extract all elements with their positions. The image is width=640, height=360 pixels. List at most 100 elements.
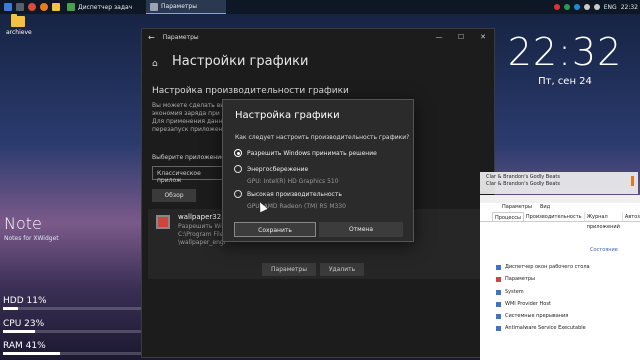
menu-item[interactable]: Параметры xyxy=(502,203,532,212)
process-row[interactable]: Системные прерывания xyxy=(496,313,568,319)
clock-widget: 22:32 Пт, сен 24 xyxy=(495,30,635,87)
home-icon[interactable]: ⌂ xyxy=(152,59,158,69)
choose-app-label: Выберите приложение xyxy=(152,154,225,161)
ram-label: RAM 41% xyxy=(3,341,46,351)
task-manager-icon xyxy=(67,3,75,11)
gear-icon xyxy=(496,276,501,282)
browse-button[interactable]: Обзор xyxy=(152,189,196,202)
window-controls: — ☐ ✕ xyxy=(428,29,494,45)
description-line: перезапуск приложени xyxy=(152,126,227,133)
process-row[interactable]: Antimalware Service Executable xyxy=(496,325,586,331)
close-button[interactable]: ✕ xyxy=(472,29,494,45)
gpu-info: GPU: Intel(R) HD Graphics 510 xyxy=(247,178,339,185)
radio-selected-icon[interactable] xyxy=(234,149,242,157)
app-tray-icon[interactable] xyxy=(573,4,580,10)
radio-icon[interactable] xyxy=(234,165,242,173)
cancel-button[interactable]: Отмена xyxy=(319,222,403,237)
ram-bar xyxy=(3,352,143,355)
music-track-line: Clar & Brandon's Godly Beats xyxy=(486,181,560,187)
folder-icon xyxy=(11,14,25,27)
hdd-bar-fill xyxy=(3,307,19,310)
process-icon xyxy=(496,301,501,307)
search-icon[interactable] xyxy=(16,3,24,11)
hdd-label: HDD 11% xyxy=(3,296,47,306)
save-button[interactable]: Сохранить xyxy=(234,222,316,237)
clock-date: Пт, сен 24 xyxy=(538,76,592,87)
taskbar-task-label: Диспетчер задач xyxy=(78,3,133,11)
process-name: Antimalware Service Executable xyxy=(505,325,586,331)
app-tray-icon[interactable] xyxy=(553,4,560,10)
cpu-bar-fill xyxy=(3,330,36,333)
process-row[interactable]: Параметры xyxy=(496,276,535,282)
maximize-button[interactable]: ☐ xyxy=(450,29,472,45)
option-let-windows-decide[interactable]: Разрешить Windows принимать решение xyxy=(234,149,377,157)
option-label: Энергосбережение xyxy=(247,165,309,173)
window-title: Параметры xyxy=(162,33,199,41)
tray-clock[interactable]: 22:32 xyxy=(621,4,638,11)
hdd-bar xyxy=(3,307,143,310)
app-options-button[interactable]: Параметры xyxy=(262,263,316,276)
ram-stat: RAM 41% xyxy=(3,341,143,355)
task-manager-menu: Параметры Вид xyxy=(480,203,640,212)
taskbar-settings[interactable]: Параметры xyxy=(146,0,226,14)
music-track-line: Clar & Brandon's Godly Beats xyxy=(486,174,560,180)
process-name: System xyxy=(505,289,524,295)
start-icon[interactable] xyxy=(4,3,12,11)
volume-level-icon xyxy=(631,176,634,186)
option-high-performance[interactable]: Высокая производительность xyxy=(234,190,342,198)
option-power-saving[interactable]: Энергосбережение xyxy=(234,165,308,173)
chrome-icon[interactable] xyxy=(28,3,36,11)
cpu-bar xyxy=(3,330,143,333)
volume-icon[interactable] xyxy=(593,4,600,10)
app-detail: C:\Program Files xyxy=(178,231,227,238)
tab-app-history[interactable]: Журнал приложений xyxy=(585,212,623,230)
task-manager-window: Параметры Вид Процессы Производительност… xyxy=(480,195,640,360)
note-widget-subtitle: Notes for XWidget xyxy=(4,235,59,242)
description-line: Вы можете сделать вы xyxy=(152,102,226,109)
back-arrow-icon[interactable]: ← xyxy=(148,33,155,42)
explorer-icon[interactable] xyxy=(52,3,60,11)
task-manager-tabs: Процессы Производительность Журнал прило… xyxy=(480,212,640,230)
gear-icon xyxy=(150,2,158,11)
tab-performance[interactable]: Производительность xyxy=(524,212,585,221)
process-name: WMI Provider Host xyxy=(505,301,551,307)
minimize-button[interactable]: — xyxy=(428,29,450,45)
process-icon xyxy=(496,313,501,319)
shield-icon xyxy=(496,325,501,331)
process-row[interactable]: Диспетчер окон рабочего стола xyxy=(496,264,590,270)
process-icon xyxy=(496,264,501,270)
taskbar: Диспетчер задач Параметры ENG 22:32 xyxy=(0,0,640,14)
dialog-question: Как следует настроить производительность… xyxy=(235,134,410,141)
task-manager-titlebar[interactable] xyxy=(480,195,640,203)
description-line: Для применения данно xyxy=(152,118,227,125)
app-type-select[interactable]: Классическое прилож xyxy=(152,166,232,184)
note-widget-title[interactable]: Note xyxy=(4,214,42,233)
wifi-icon[interactable] xyxy=(583,4,590,10)
taskbar-task-label: Параметры xyxy=(161,3,197,10)
language-indicator[interactable]: ENG xyxy=(604,4,617,11)
taskbar-task-manager[interactable]: Диспетчер задач xyxy=(63,0,143,14)
clock-time: 22:32 xyxy=(507,30,623,74)
tab-startup[interactable]: Автоз xyxy=(623,212,640,221)
firefox-icon[interactable] xyxy=(40,3,48,11)
menu-item[interactable]: Вид xyxy=(540,203,550,212)
system-tray: ENG 22:32 xyxy=(553,0,638,14)
desktop-folder-archieve[interactable]: archieve xyxy=(6,14,32,36)
section-title: Настройка производительности графики xyxy=(152,86,349,96)
page-title: Настройки графики xyxy=(172,54,309,69)
process-row[interactable]: WMI Provider Host xyxy=(496,301,551,307)
status-column-header[interactable]: Состояние xyxy=(590,247,618,253)
description-line: экономия заряда при и xyxy=(152,110,226,117)
app-tray-icon[interactable] xyxy=(563,4,570,10)
radio-icon[interactable] xyxy=(234,190,242,198)
process-name: Параметры xyxy=(505,276,535,282)
music-widget[interactable]: Clar & Brandon's Godly Beats Clar & Bran… xyxy=(480,172,638,194)
option-label: Разрешить Windows принимать решение xyxy=(247,149,377,157)
app-remove-button[interactable]: Удалить xyxy=(320,263,364,276)
hdd-stat: HDD 11% xyxy=(3,296,143,310)
graphics-settings-dialog: Настройка графики Как следует настроить … xyxy=(222,99,414,242)
dialog-title: Настройка графики xyxy=(235,110,340,121)
tab-processes[interactable]: Процессы xyxy=(492,212,524,221)
app-icon xyxy=(156,215,170,229)
process-row[interactable]: System xyxy=(496,289,524,295)
